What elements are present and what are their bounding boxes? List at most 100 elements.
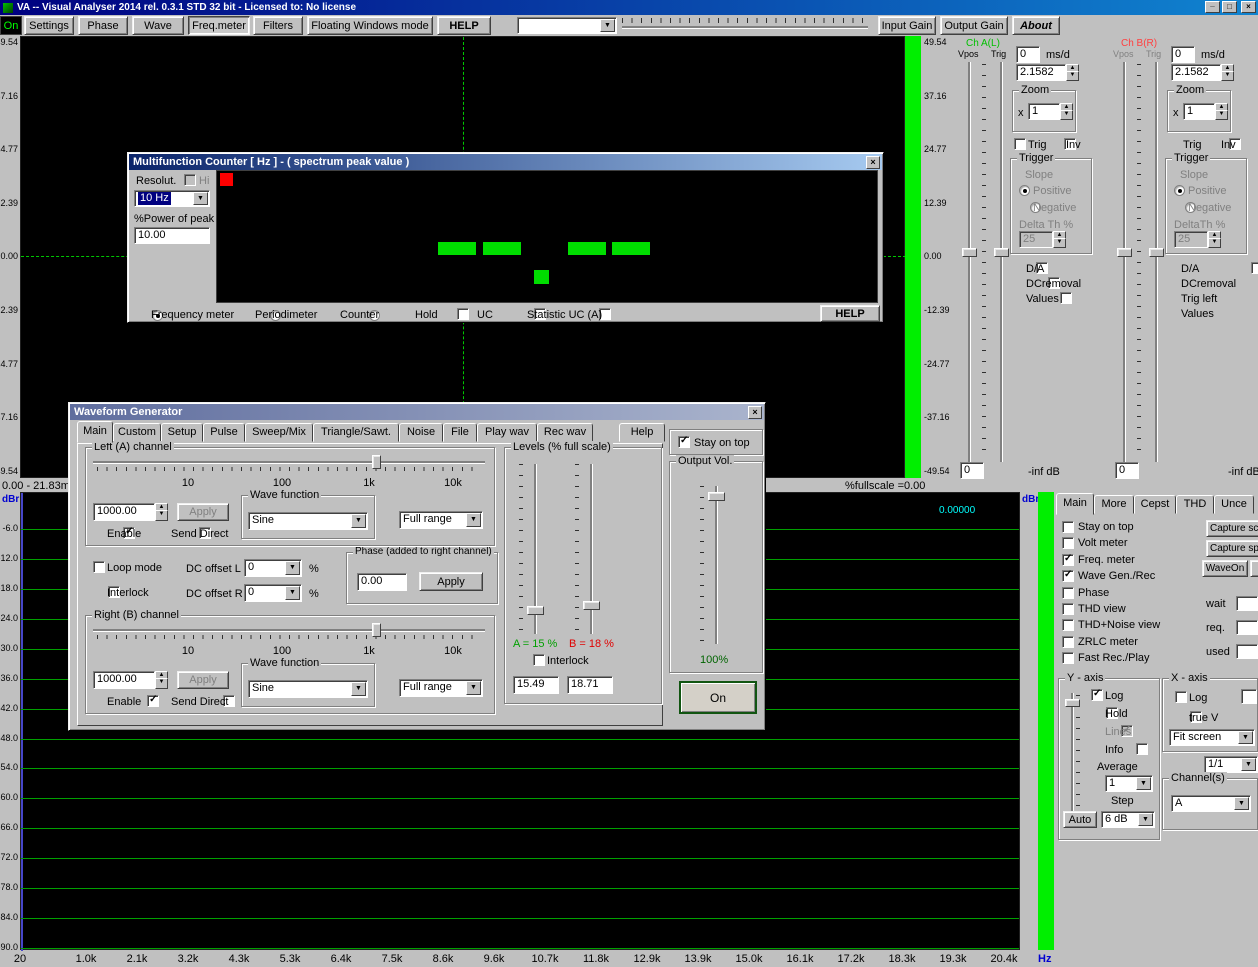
frequency-spinner[interactable] (155, 671, 168, 689)
vpos-value-input[interactable]: 0 (1016, 46, 1040, 63)
frequency-spinner[interactable] (155, 503, 168, 521)
generator-titlebar[interactable]: Waveform Generator (70, 404, 764, 420)
panel-check-row-thd-noise-view[interactable]: THD+Noise view (1062, 619, 1160, 634)
checkbox[interactable] (1062, 603, 1074, 615)
counter-titlebar[interactable]: Multifunction Counter [ Hz ] - ( spectru… (129, 154, 882, 170)
timediv-spinner[interactable] (1221, 64, 1234, 81)
apply-button[interactable]: Apply (177, 671, 229, 689)
phase-button[interactable]: Phase (78, 16, 128, 35)
y-zoom-slider-track[interactable] (1071, 693, 1074, 825)
output-vol-slider-track[interactable] (715, 486, 718, 644)
checkbox[interactable] (1062, 652, 1074, 664)
toolbar-combobox[interactable] (517, 17, 617, 34)
input-gain-button[interactable]: Input Gain (878, 16, 936, 35)
zoom-spinner[interactable] (1215, 103, 1228, 120)
zoom-input[interactable]: 1 (1028, 103, 1060, 120)
x-edge-field[interactable] (1241, 689, 1257, 704)
toolbar-trackbar[interactable] (622, 26, 868, 29)
delta-th-spinner[interactable] (1053, 231, 1066, 248)
generator-tab-sweep-mix[interactable]: Sweep/Mix (245, 423, 313, 442)
panel-tab-cepst[interactable]: Cepst (1134, 495, 1176, 514)
trig-slider-thumb[interactable] (1149, 248, 1164, 257)
capture-scope-button[interactable]: Capture scope (1206, 520, 1258, 537)
generator-tab-custom[interactable]: Custom (113, 423, 161, 442)
range-combobox[interactable]: Full range (399, 679, 483, 697)
values-checkbox[interactable] (1060, 292, 1072, 304)
checkbox[interactable] (1062, 554, 1074, 566)
generator-tab-file[interactable]: File (443, 423, 477, 442)
panel-check-row-phase[interactable]: Phase (1062, 587, 1109, 602)
frequency-input[interactable]: 1000.00 (93, 503, 155, 521)
level-a-input[interactable]: 15.49 (513, 676, 559, 694)
timediv-input[interactable]: 2.1582 (1016, 64, 1066, 81)
zoom-input[interactable]: 1 (1183, 103, 1215, 120)
vpos-value-input[interactable]: 0 (1171, 46, 1195, 63)
panel-tab-thd[interactable]: THD (1176, 495, 1214, 514)
generator-tab-setup[interactable]: Setup (161, 423, 203, 442)
resolution-combobox[interactable]: 10 Hz (134, 190, 210, 207)
channel-combobox[interactable]: A (1171, 795, 1251, 812)
checkbox[interactable] (1062, 537, 1074, 549)
power-of-peak-input[interactable]: 10.00 (134, 227, 210, 244)
panel-check-row-stay-on-top[interactable]: Stay on top (1062, 521, 1134, 536)
phase-input[interactable]: 0.00 (357, 573, 407, 591)
checkbox[interactable] (1062, 636, 1074, 648)
positive-radio[interactable] (1174, 185, 1185, 196)
level-value-input[interactable]: 0 (960, 462, 984, 479)
panel-tab-more[interactable]: More (1094, 495, 1134, 514)
y-info-checkbox[interactable] (1136, 743, 1148, 755)
output-vol-slider-thumb[interactable] (708, 492, 725, 501)
vpos-slider-track[interactable] (968, 62, 971, 462)
freq-slider-thumb[interactable] (372, 455, 381, 469)
dc-offset-l-combobox[interactable]: 0 (244, 559, 302, 577)
dc-offset-r-combobox[interactable]: 0 (244, 584, 302, 602)
delta-th-spinner[interactable] (1208, 231, 1221, 248)
panel-check-row-freq-meter[interactable]: Freq. meter (1062, 554, 1135, 569)
enable-checkbox[interactable] (147, 695, 159, 707)
wave-button[interactable]: Wave (132, 16, 184, 35)
trig-slider-track[interactable] (1000, 62, 1003, 462)
int-button[interactable]: Int (1250, 560, 1258, 577)
wave-on-button[interactable]: WaveOn (1202, 560, 1248, 577)
vpos-slider-thumb[interactable] (962, 248, 977, 257)
y-log-checkbox[interactable] (1091, 689, 1103, 701)
panel-check-row-volt-meter[interactable]: Volt meter (1062, 537, 1128, 552)
loop-mode-checkbox[interactable] (93, 561, 105, 573)
average-combobox[interactable]: 1 (1105, 775, 1153, 792)
levels-interlock-checkbox[interactable] (533, 654, 545, 666)
panel-tab-main[interactable]: Main (1056, 493, 1094, 515)
frequency-input[interactable]: 1000.00 (93, 671, 155, 689)
generator-tab-triangle-sawt[interactable]: Triangle/Sawt. (313, 423, 399, 442)
minimize-button[interactable] (1205, 1, 1220, 13)
panel-check-row-fast-rec-play[interactable]: Fast Rec./Play (1062, 652, 1150, 667)
da-checkbox[interactable] (1251, 262, 1258, 274)
stay-on-top-checkbox[interactable] (678, 436, 690, 448)
maximize-button[interactable] (1222, 1, 1237, 13)
positive-radio[interactable] (1019, 185, 1030, 196)
step-combobox[interactable]: 6 dB (1101, 811, 1155, 828)
panel-tab-unce[interactable]: Unce (1214, 495, 1254, 514)
phase-apply-button[interactable]: Apply (419, 572, 483, 591)
generator-close-button[interactable] (748, 406, 762, 419)
trig-slider-track[interactable] (1155, 62, 1158, 462)
level-a-slider-thumb[interactable] (527, 606, 544, 615)
checkbox[interactable] (1062, 521, 1074, 533)
range-combobox[interactable]: Full range (399, 511, 483, 529)
freq-meter-button[interactable]: Freq.meter (188, 16, 250, 35)
output-gain-button[interactable]: Output Gain (940, 16, 1008, 35)
checkbox[interactable] (1062, 587, 1074, 599)
zoom-spinner[interactable] (1060, 103, 1073, 120)
help-button[interactable]: HELP (437, 16, 491, 35)
level-b-input[interactable]: 18.71 (567, 676, 613, 694)
auto-button[interactable]: Auto (1063, 811, 1097, 828)
freq-slider-track[interactable] (93, 629, 485, 632)
generator-tab-pulse[interactable]: Pulse (203, 423, 245, 442)
freq-slider-track[interactable] (93, 461, 485, 464)
trig-checkbox[interactable] (1014, 138, 1026, 150)
vpos-slider-thumb[interactable] (1117, 248, 1132, 257)
freq-slider-thumb[interactable] (372, 623, 381, 637)
counter-close-button[interactable] (866, 156, 880, 169)
apply-button[interactable]: Apply (177, 503, 229, 521)
level-value-input[interactable]: 0 (1115, 462, 1139, 479)
delta-th-input[interactable]: 25 (1174, 231, 1208, 248)
